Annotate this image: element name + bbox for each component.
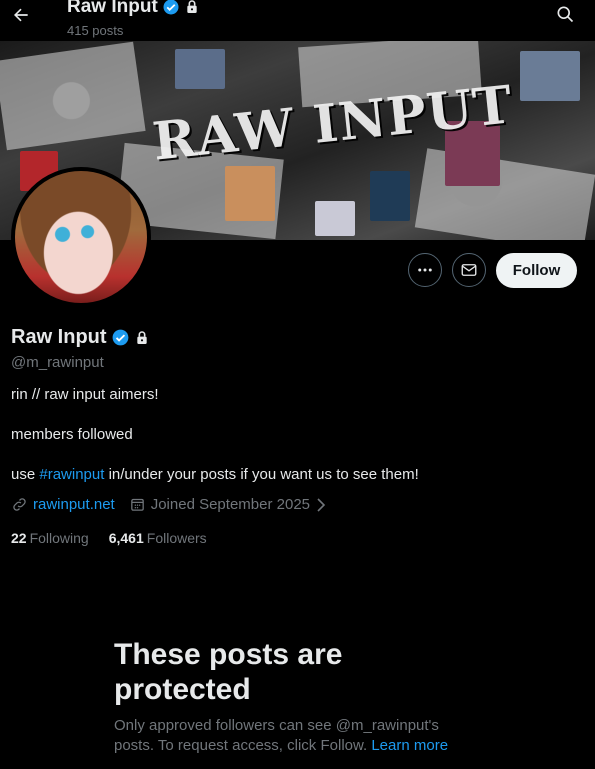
chevron-right-icon[interactable] xyxy=(315,497,327,512)
learn-more-link[interactable]: Learn more xyxy=(371,737,448,754)
more-icon xyxy=(418,268,432,272)
bio-line-1: rin // raw input aimers! xyxy=(11,386,159,403)
banner-art-piece xyxy=(225,166,275,221)
protected-text: Only approved followers can see @m_rawin… xyxy=(114,716,459,756)
verified-badge-icon[interactable] xyxy=(111,328,130,347)
search-button[interactable] xyxy=(555,4,577,26)
hashtag-link[interactable]: #rawinput xyxy=(39,466,104,483)
profile-name: Raw Input xyxy=(11,326,107,348)
posts-count: 415 posts xyxy=(67,23,124,38)
lock-icon xyxy=(136,330,147,344)
followers-label: Followers xyxy=(146,530,207,546)
top-bar: Raw Input 415 posts xyxy=(0,0,595,41)
message-button[interactable] xyxy=(452,253,486,287)
verified-badge-icon xyxy=(163,0,179,15)
followers-link[interactable]: 6,461 Followers xyxy=(109,530,207,546)
followers-count: 6,461 xyxy=(108,530,144,546)
bio-text: use xyxy=(11,466,40,483)
follow-stats: 22 Following 6,461 Followers xyxy=(11,530,207,546)
header-title-row: Raw Input xyxy=(67,0,200,18)
back-arrow-icon xyxy=(14,8,28,22)
bio-text: in/under your posts if you want us to se… xyxy=(104,466,419,483)
banner-art-piece xyxy=(315,201,355,236)
bio-line-2: members followed xyxy=(11,426,133,443)
more-button[interactable] xyxy=(408,253,442,287)
follow-button[interactable]: Follow xyxy=(496,253,577,288)
banner-art-piece xyxy=(520,51,580,101)
banner-collage-piece xyxy=(0,41,146,151)
banner-art-piece xyxy=(175,49,225,89)
link-icon xyxy=(11,496,28,513)
back-button[interactable] xyxy=(8,2,34,28)
profile-meta: rawinput.net Joined September 2025 xyxy=(11,496,327,513)
following-label: Following xyxy=(29,530,89,546)
banner-art-piece xyxy=(370,171,410,221)
calendar-icon xyxy=(129,496,146,513)
lock-icon xyxy=(187,0,197,13)
profile-name-row: Raw Input xyxy=(11,326,150,349)
profile-handle: @m_rawinput xyxy=(11,354,104,371)
banner-collage-piece xyxy=(414,148,595,240)
following-link[interactable]: 22 Following xyxy=(11,530,89,546)
website-link[interactable]: rawinput.net xyxy=(33,496,115,513)
following-count: 22 xyxy=(11,530,27,546)
bio-line-3: use #rawinput in/under your posts if you… xyxy=(11,466,419,483)
search-icon xyxy=(557,6,574,23)
protected-title: These posts are protected xyxy=(114,638,343,706)
joined-date: Joined September 2025 xyxy=(150,496,310,513)
message-icon xyxy=(461,264,477,276)
avatar[interactable] xyxy=(11,167,151,307)
header-title: Raw Input xyxy=(67,0,158,17)
